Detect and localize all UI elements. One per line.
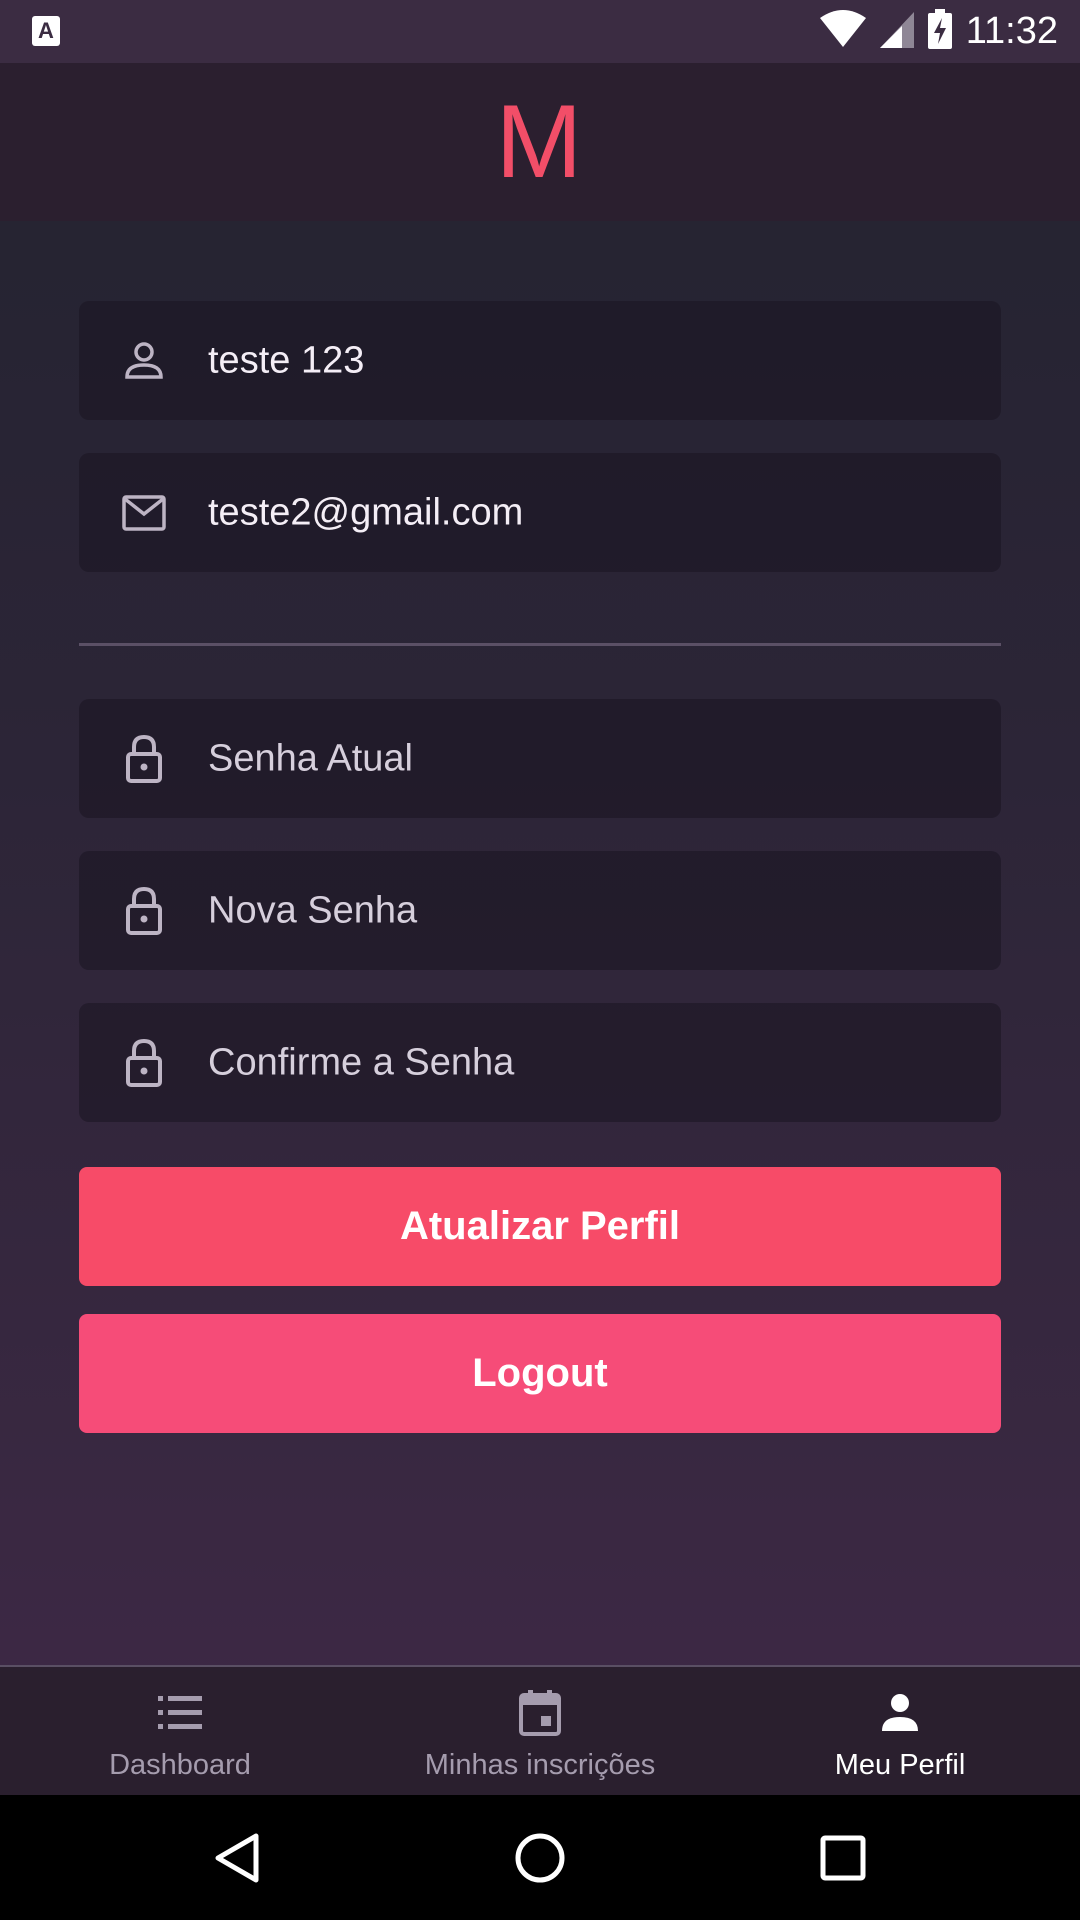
tab-dashboard[interactable]: Dashboard [80, 1667, 280, 1797]
list-icon [154, 1687, 206, 1739]
logout-button[interactable]: Logout [79, 1314, 1001, 1433]
profile-screen: A 11:32 M teste 123 teste2@gmail.com Sen… [0, 0, 1080, 1920]
new-password-field[interactable]: Nova Senha [79, 851, 1001, 970]
new-password-placeholder: Nova Senha [208, 889, 418, 931]
status-bar: A 11:32 [0, 0, 1080, 63]
back-icon[interactable] [202, 1823, 272, 1893]
clock: 11:32 [965, 10, 1058, 52]
confirm-password-placeholder: Confirme a Senha [208, 1041, 515, 1083]
app-logo: M [495, 84, 585, 200]
logout-label: Logout [472, 1351, 608, 1395]
lock-icon [120, 1038, 168, 1087]
person-icon [874, 1687, 926, 1739]
user-icon [120, 337, 168, 385]
app-header: M [0, 63, 1080, 221]
name-field[interactable]: teste 123 [79, 301, 1001, 420]
mail-icon [120, 489, 168, 537]
update-profile-label: Atualizar Perfil [399, 1204, 681, 1248]
current-password-field[interactable]: Senha Atual [79, 699, 1001, 818]
tab-minhas-inscricoes-label: Minhas inscrições [424, 1749, 656, 1781]
lock-icon [120, 734, 168, 783]
confirm-password-field[interactable]: Confirme a Senha [79, 1003, 1001, 1122]
notification-app-icon-letter: A [38, 18, 54, 43]
notification-app-icon: A [32, 16, 60, 46]
system-navigation-bar [0, 1795, 1080, 1920]
signal-icon [879, 10, 914, 53]
current-password-placeholder: Senha Atual [208, 737, 413, 779]
tab-meu-perfil[interactable]: Meu Perfil [800, 1667, 1000, 1797]
tab-meu-perfil-label: Meu Perfil [834, 1749, 966, 1781]
home-icon[interactable] [505, 1823, 575, 1893]
status-indicators: 11:32 [819, 0, 1058, 63]
bottom-tab-bar: Dashboard Minhas inscrições Meu Perfil [0, 1665, 1080, 1797]
name-value: teste 123 [208, 339, 365, 381]
recents-icon[interactable] [808, 1823, 878, 1893]
tab-dashboard-label: Dashboard [109, 1749, 251, 1781]
section-divider [79, 643, 1001, 646]
tab-minhas-inscricoes[interactable]: Minhas inscrições [390, 1667, 690, 1797]
email-value: teste2@gmail.com [208, 491, 524, 533]
email-field[interactable]: teste2@gmail.com [79, 453, 1001, 572]
wifi-icon [819, 10, 866, 53]
calendar-icon [514, 1687, 566, 1739]
battery-charging-icon [927, 9, 952, 54]
lock-icon [120, 886, 168, 935]
update-profile-button[interactable]: Atualizar Perfil [79, 1167, 1001, 1286]
